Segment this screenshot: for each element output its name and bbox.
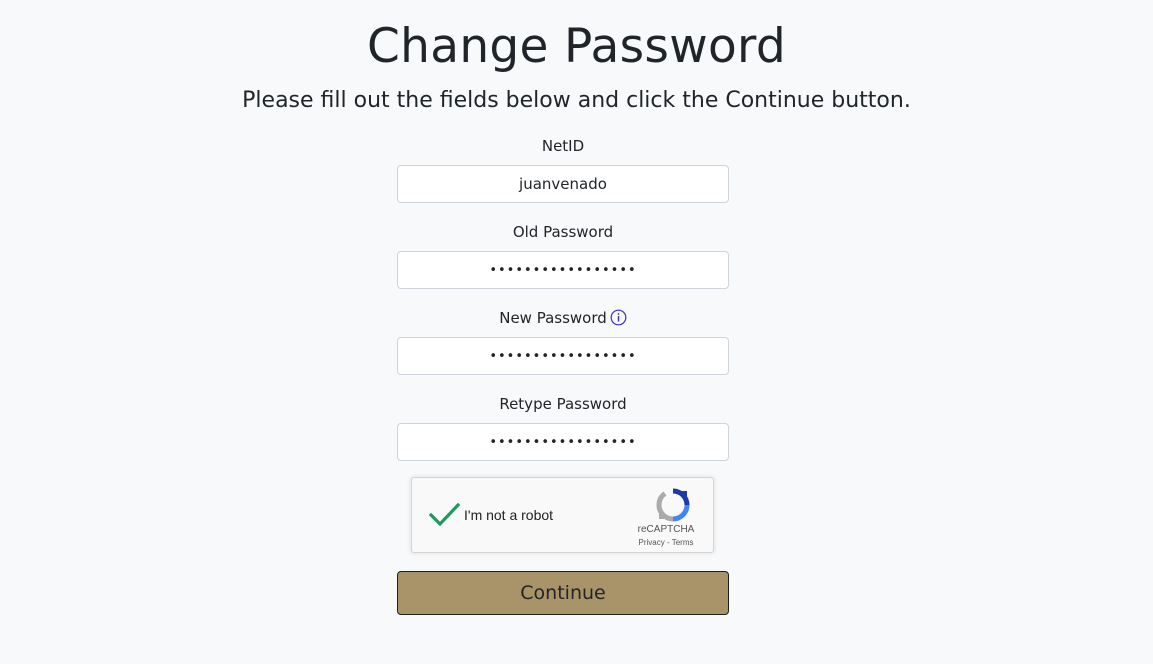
recaptcha-link-separator: - [664, 538, 672, 547]
recaptcha-logo-icon [656, 488, 690, 522]
continue-button[interactable]: Continue [397, 571, 729, 615]
recaptcha-checkbox[interactable] [427, 498, 461, 532]
change-password-page: Change Password Please fill out the fiel… [0, 0, 1153, 664]
checkmark-icon [428, 502, 461, 527]
recaptcha-privacy-link[interactable]: Privacy [639, 538, 665, 547]
netid-input[interactable] [397, 165, 729, 203]
old-password-label-text: Old Password [512, 223, 614, 241]
netid-label-text: NetID [541, 137, 585, 155]
new-password-label-text: New Password [499, 309, 607, 327]
retype-password-label-text: Retype Password [499, 395, 627, 413]
page-instructions: Please fill out the fields below and cli… [242, 88, 911, 113]
retype-password-label: Retype Password [397, 394, 729, 414]
retype-password-input[interactable] [397, 423, 729, 461]
recaptcha-brand: reCAPTCHA [637, 524, 695, 535]
new-password-input[interactable] [397, 337, 729, 375]
recaptcha-terms-link[interactable]: Terms [672, 538, 694, 547]
old-password-input[interactable] [397, 251, 729, 289]
netid-label: NetID [397, 136, 729, 156]
page-title: Change Password [367, 19, 786, 74]
recaptcha-links: Privacy - Terms [631, 538, 701, 547]
info-circle-icon[interactable] [610, 309, 627, 331]
recaptcha-widget: I'm not a robot reCAPTCHA Privacy - Term… [411, 477, 714, 553]
old-password-label: Old Password [397, 222, 729, 242]
recaptcha-label: I'm not a robot [464, 507, 554, 523]
new-password-label: New Password [397, 308, 729, 331]
